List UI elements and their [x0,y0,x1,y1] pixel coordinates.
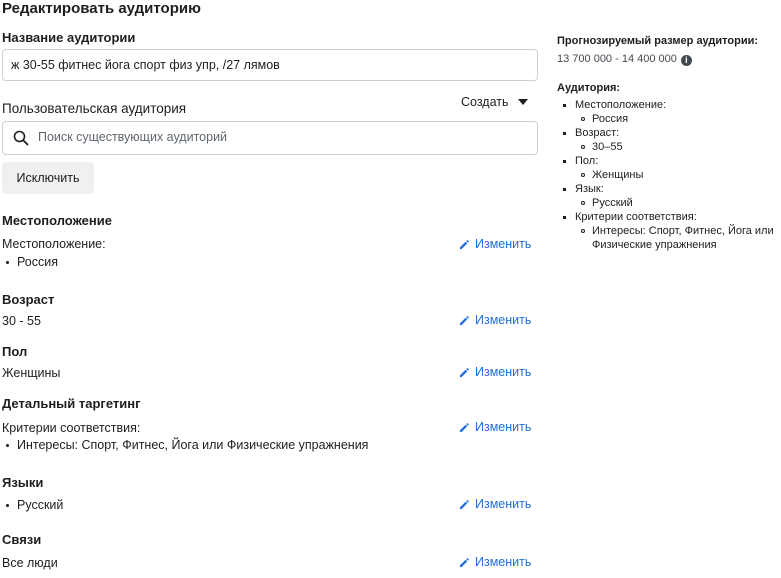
connections-heading: Связи [2,532,42,547]
summary-gender-label: Пол: [575,155,599,167]
summary-language: Язык: Русский [563,182,777,210]
summary-criteria-label: Критерии соответствия: [575,211,697,223]
summary-age-value: 30–55 [581,140,777,154]
create-label: Создать [461,95,509,109]
gender-heading: Пол [2,344,28,359]
size-label: Прогнозируемый размер аудитории: [557,35,759,47]
age-heading: Возраст [2,292,55,307]
languages-heading: Языки [2,475,44,490]
edit-label: Изменить [475,555,532,569]
exclude-button[interactable]: Исключить [2,162,94,194]
info-icon[interactable]: i [680,55,692,66]
gender-value: Женщины [2,366,61,380]
audience-summary-panel: Прогнозируемый размер аудитории: 13 700 … [557,35,777,252]
pencil-icon [459,499,469,509]
summary-language-label: Язык: [575,183,604,195]
page-title: Редактировать аудиторию [2,0,201,17]
summary-criteria-value: Интересы: Спорт, Фитнес, Йога или Физиче… [581,224,777,252]
audience-name-input[interactable]: ж 30-55 фитнес йога спорт физ упр, /27 л… [2,49,538,81]
caret-down-icon [517,99,528,105]
size-row: 13 700 000 - 14 400 000 i [557,53,777,66]
location-item: Россия [6,255,58,269]
summary-gender-value: Женщины [581,168,777,182]
summary-age-label: Возраст: [575,127,620,139]
pencil-icon [459,315,469,325]
summary-age: Возраст: 30–55 [563,126,777,154]
edit-label: Изменить [475,497,532,511]
audience-search-input[interactable]: Поиск существующих аудиторий [2,121,538,155]
summary-language-value: Русский [581,196,777,210]
language-item: Русский [6,498,63,512]
search-icon [13,130,29,146]
edit-label: Изменить [475,420,532,434]
audience-name-label: Название аудитории [2,30,136,45]
edit-label: Изменить [475,365,532,379]
bullet [6,503,9,507]
summary-location-label: Местоположение: [575,99,667,111]
edit-label: Изменить [475,313,532,327]
edit-languages-button[interactable]: Изменить [459,497,531,511]
bullet [6,260,9,264]
summary-criteria: Критерии соответствия: Интересы: Спорт, … [563,210,777,252]
pencil-icon [459,367,469,377]
edit-gender-button[interactable]: Изменить [459,365,531,379]
location-item-label: Россия [17,255,58,269]
search-placeholder: Поиск существующих аудиторий [38,130,228,144]
size-value: 13 700 000 - 14 400 000 [557,53,677,65]
audience-name-value: ж 30-55 фитнес йога спорт физ упр, /27 л… [11,58,280,72]
bullet [6,443,9,447]
detailed-targeting-heading: Детальный таргетинг [2,396,141,411]
edit-detailed-targeting-button[interactable]: Изменить [459,420,531,434]
connections-value: Все люди [2,556,58,570]
edit-location-button[interactable]: Изменить [459,237,531,251]
age-value: 30 - 55 [2,314,41,328]
edit-connections-button[interactable]: Изменить [459,555,531,569]
language-item-label: Русский [17,498,64,512]
pencil-icon [459,239,469,249]
summary-gender: Пол: Женщины [563,154,777,182]
edit-label: Изменить [475,237,532,251]
custom-audience-label: Пользовательская аудитория [2,101,187,116]
location-sub: Местоположение: [2,237,106,251]
summary-audience-label: Аудитория: [557,82,621,94]
location-heading: Местоположение [2,213,112,228]
summary-location-value: Россия [581,112,777,126]
pencil-icon [459,557,469,567]
summary-location: Местоположение: Россия [563,98,777,126]
detailed-targeting-sub: Критерии соответствия: [2,421,141,435]
pencil-icon [459,422,469,432]
detailed-targeting-item-label: Интересы: Спорт, Фитнес, Йога или Физиче… [17,438,369,452]
detailed-targeting-item: Интересы: Спорт, Фитнес, Йога или Физиче… [6,438,368,452]
create-dropdown-button[interactable]: Создать [461,95,528,109]
summary-list: Местоположение: Россия Возраст: 30–55 По… [557,98,777,252]
edit-age-button[interactable]: Изменить [459,313,531,327]
